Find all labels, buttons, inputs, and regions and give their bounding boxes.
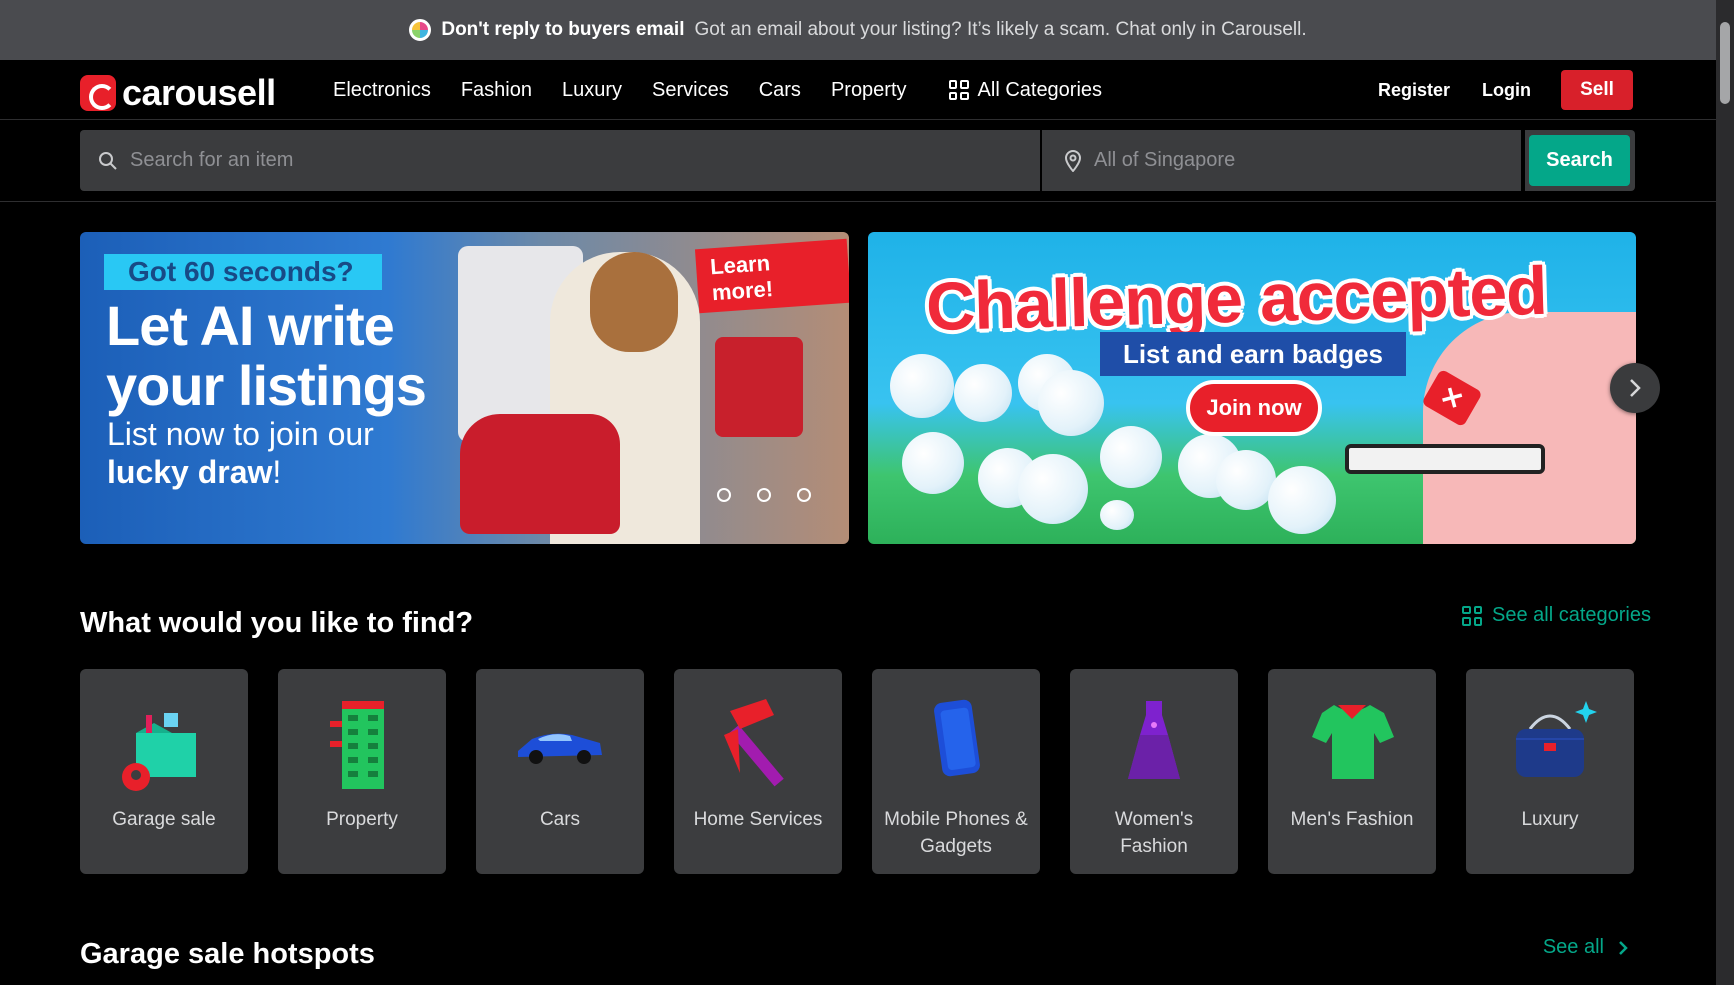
carousell-badge-icon [409,19,432,41]
ai-listing-banner[interactable]: Got 60 seconds? Let AI write your listin… [80,232,849,544]
category-grid: Garage sale Property Cars Home Services [80,669,1634,874]
search-bar-row: Search [0,121,1716,202]
category-label: Mobile Phones & Gadgets [884,809,1028,857]
hammer-icon [724,699,784,787]
category-garage-sale[interactable]: Garage sale [80,669,248,874]
shirt-icon [1312,705,1394,779]
category-label: Women's Fashion [1114,809,1194,857]
sell-button[interactable]: Sell [1561,70,1633,110]
location-field[interactable] [1042,130,1525,191]
join-now-button[interactable]: Join now [1186,380,1322,436]
handbag-icon [1516,701,1597,777]
nav-services[interactable]: Services [652,79,729,102]
person-head-image [590,252,678,352]
page-scrollbar[interactable] [1716,0,1734,985]
building-icon [330,701,384,789]
bubble-image [1100,426,1162,488]
scrollbar-thumb[interactable] [1720,22,1730,104]
phone-dots [717,488,811,502]
remote-image [1345,444,1545,474]
challenge-ribbon: List and earn badges [1100,332,1406,376]
grid-icon [948,80,969,100]
grid-icon [1462,605,1483,626]
carousell-logo-icon [80,75,116,111]
search-button[interactable]: Search [1529,135,1630,186]
bubble-image [902,432,964,494]
login-link[interactable]: Login [1482,80,1531,101]
nav-luxury[interactable]: Luxury [562,79,622,102]
see-all-hotspots-link[interactable]: See all [1543,936,1628,959]
category-home-services[interactable]: Home Services [674,669,842,874]
category-mens-fashion[interactable]: Men's Fashion [1268,669,1436,874]
see-all-categories-link[interactable]: See all categories [1462,604,1651,627]
chevron-right-icon [1619,940,1628,955]
bubble-image [1100,500,1134,530]
nav-property[interactable]: Property [831,79,907,102]
bubble-image [1038,370,1104,436]
red-clothing-image [460,414,620,534]
category-label: Men's Fashion [1290,809,1414,830]
scam-notice-bar: Don't reply to buyers email Got an email… [0,0,1716,60]
bubble-image [1268,466,1336,534]
nav-all-categories[interactable]: All Categories [948,78,1103,102]
item-search-field[interactable] [80,130,1042,191]
category-property[interactable]: Property [278,669,446,874]
notice-title: Don't reply to buyers email [441,19,685,40]
car-icon [518,733,602,764]
register-link[interactable]: Register [1378,80,1450,101]
hand-image [1423,312,1636,544]
search-icon [99,151,117,170]
category-luxury[interactable]: Luxury [1466,669,1634,874]
challenge-banner[interactable]: ✕ Challenge accepted List and earn badge… [868,232,1636,544]
carousell-logo[interactable]: carousell [80,72,276,114]
search-box: Search [80,130,1635,191]
category-label: Home Services [693,809,823,830]
category-label: Luxury [1521,809,1579,830]
category-womens-fashion[interactable]: Women's Fashion [1070,669,1238,874]
categories-title: What would you like to find? [80,607,474,639]
bubble-image [890,354,954,418]
category-label: Property [326,809,398,830]
banner-subtext-regular: List now to join our [107,416,374,452]
all-categories-label: All Categories [977,78,1103,101]
bubble-image [1216,450,1276,510]
top-header: carousell Electronics Fashion Luxury Ser… [0,60,1716,120]
logo-text: carousell [122,72,276,113]
location-pin-icon [1064,149,1082,172]
see-all-categories-label: See all categories [1492,604,1651,626]
see-all-label: See all [1542,936,1604,958]
nav-cars[interactable]: Cars [759,79,801,102]
banner-headline: Let AI write your listings [106,294,427,418]
garage-sale-hotspots-title: Garage sale hotspots [80,938,375,970]
red-bag-image [715,337,803,437]
nav-fashion[interactable]: Fashion [461,79,532,102]
banner-tag: Got 60 seconds? [104,254,382,290]
banner-subtext-end: ! [272,453,282,490]
category-cars[interactable]: Cars [476,669,644,874]
phone-icon [934,699,980,777]
notice-message: Got an email about your listing? It’s li… [694,19,1307,40]
nav-electronics[interactable]: Electronics [333,79,431,102]
learn-more-button[interactable]: Learn more! [694,238,849,314]
main-nav: Electronics Fashion Luxury Services Cars… [333,60,1102,120]
category-label: Cars [539,809,581,830]
category-label: Garage sale [112,809,216,830]
garage-sale-icon [122,713,196,791]
chevron-right-icon [1630,379,1641,397]
banner-subtext-bold: lucky draw [107,453,273,490]
location-input[interactable] [1094,149,1494,172]
dress-icon [1128,701,1180,779]
search-input[interactable] [130,149,530,172]
category-mobile-phones[interactable]: Mobile Phones & Gadgets [872,669,1040,874]
bubble-image [954,364,1012,422]
account-actions: Register Login Sell [1378,70,1633,110]
carousel-next-button[interactable] [1610,363,1660,413]
banner-subtext: List now to join our lucky draw! [107,416,437,492]
bubble-image [1018,454,1088,524]
